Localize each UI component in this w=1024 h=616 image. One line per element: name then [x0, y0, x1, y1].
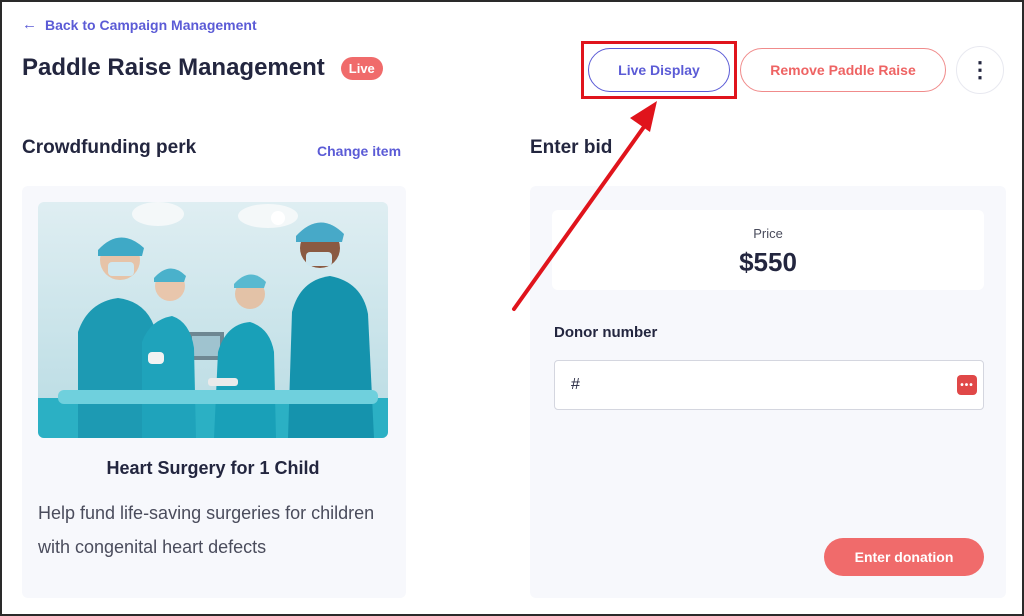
more-vertical-icon[interactable]: ⋮: [956, 46, 1004, 94]
perk-image: [38, 202, 388, 438]
status-badge: Live: [340, 56, 383, 80]
password-dots-icon[interactable]: •••: [957, 375, 977, 395]
perk-description: Help fund life-saving surgeries for chil…: [38, 503, 375, 557]
app-window: ← Back to Campaign Management Paddle Rai…: [0, 0, 1024, 616]
back-link[interactable]: ← Back to Campaign Management: [22, 16, 257, 33]
price-box: Price $550: [552, 210, 984, 290]
donor-number-label: Donor number: [554, 324, 658, 341]
perk-title: Heart Surgery for 1 Child: [106, 458, 320, 478]
price-label: Price: [753, 226, 783, 241]
back-link-label: Back to Campaign Management: [45, 16, 257, 33]
enter-donation-button[interactable]: Enter donation: [824, 538, 984, 576]
arrow-left-icon: ←: [22, 16, 37, 33]
bid-heading: Enter bid: [530, 137, 613, 158]
donor-number-field-wrapper: •••: [554, 360, 984, 410]
title-row: Paddle Raise Management Live: [22, 54, 383, 82]
price-value: $550: [739, 247, 797, 277]
bid-card: Price $550 Donor number ••• Enter donati…: [530, 186, 1006, 598]
remove-paddle-raise-button[interactable]: Remove Paddle Raise: [740, 48, 946, 92]
donor-number-input[interactable]: [555, 361, 935, 409]
change-item-link[interactable]: Change item: [317, 143, 401, 159]
page-title: Paddle Raise Management: [22, 54, 325, 81]
perk-card: Heart Surgery for 1 Child Help fund life…: [22, 186, 406, 598]
perk-heading: Crowdfunding perk: [22, 137, 197, 158]
live-display-button[interactable]: Live Display: [588, 48, 730, 92]
